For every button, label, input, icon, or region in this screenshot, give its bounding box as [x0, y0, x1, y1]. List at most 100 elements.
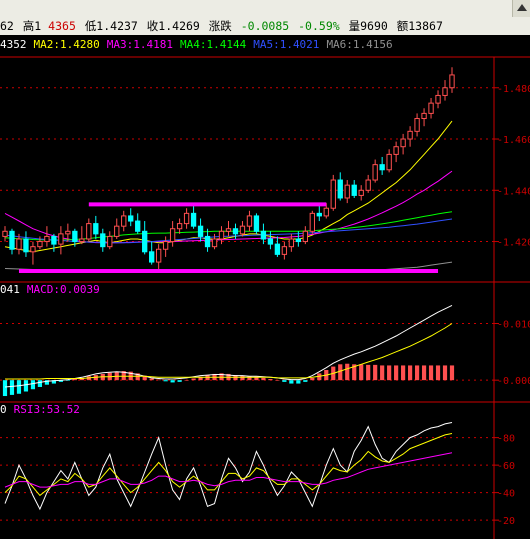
axis-tick-label: -80 [497, 434, 515, 445]
candle-body [407, 130, 413, 140]
macd-bar [296, 380, 301, 384]
candle-body [107, 235, 113, 248]
candle-body [372, 164, 378, 181]
candle-body [51, 235, 57, 245]
legend-entry: 4352 [0, 38, 27, 51]
macd-bar [170, 380, 175, 383]
candle-body [351, 184, 357, 196]
candle-body [393, 146, 399, 155]
macd-line [5, 323, 453, 380]
candle-body [379, 164, 385, 171]
axis-tick-label: -0.000 [497, 376, 530, 387]
macd-bar [247, 376, 252, 381]
candle-body [197, 225, 204, 237]
rsi-line [4, 433, 453, 497]
candle-body [190, 212, 197, 227]
macd-bar [191, 378, 196, 381]
candle-body [309, 212, 315, 232]
candle-body [44, 235, 50, 243]
macd-bar [387, 365, 392, 381]
candle-body [211, 238, 218, 248]
candle-body [37, 241, 43, 248]
macd-bar [268, 379, 273, 381]
candle-body [260, 230, 267, 240]
macd-bar [435, 365, 441, 381]
candle-body [58, 233, 64, 245]
candle-body [274, 243, 281, 255]
ma-legend: 4352 MA2:1.4280 MA3:1.4181 MA4:1.4144 MA5:1.… [0, 38, 400, 51]
candle-body [421, 112, 427, 120]
candle-body [72, 230, 78, 243]
candle-body [428, 102, 434, 114]
legend-entry: 0 [0, 403, 7, 416]
candle-body [30, 246, 36, 253]
macd-bar [177, 380, 182, 382]
axis-tick-label: -20 [497, 516, 515, 527]
macd-bar [310, 377, 315, 381]
candle-body [9, 230, 15, 250]
candle-body [114, 225, 120, 237]
candle-body [128, 215, 134, 222]
ma-line [4, 261, 453, 271]
legend-entry: MA3:1.4181 [106, 38, 173, 51]
candle-body [79, 238, 85, 243]
macd-bar [2, 380, 8, 397]
candle-body [302, 230, 308, 243]
candle-body [281, 246, 288, 255]
rsi-legend: 0 RSI3:53.52 [0, 403, 87, 416]
macd-bar [366, 364, 371, 381]
candle-body [121, 215, 127, 227]
macd-bar [163, 380, 168, 382]
macd-bar [394, 365, 399, 381]
candle-body [337, 179, 343, 199]
axis-tick-label: -0.010 [497, 320, 530, 331]
candle-body [176, 223, 183, 230]
candle-body [246, 215, 253, 227]
candle-body [2, 230, 8, 237]
legend-entry: MA6:1.4156 [326, 38, 393, 51]
macd-bar [407, 365, 413, 381]
candle-body [162, 241, 169, 250]
macd-bar [401, 365, 406, 381]
candle-body [449, 74, 455, 89]
legend-entry: 041 [0, 283, 20, 296]
macd-bar [156, 379, 161, 381]
candle-body [442, 87, 448, 96]
candle-body [295, 238, 302, 243]
macd-bar [30, 380, 36, 390]
candle-body [16, 238, 22, 250]
candle-body [358, 189, 364, 196]
macd-bar [373, 364, 378, 381]
macd-bar [9, 380, 15, 395]
macd-bar [65, 380, 70, 381]
legend-entry: MA4:1.4144 [179, 38, 247, 51]
macd-bar [421, 365, 427, 381]
axis-tick-label: -1.460 [497, 135, 530, 146]
candle-body [330, 179, 336, 209]
legend-entry: MA5:1.4021 [253, 38, 320, 51]
candle-body [86, 223, 92, 240]
candle-body [23, 238, 29, 253]
macd-bar [23, 380, 29, 392]
candle-body [204, 235, 211, 248]
macd-bar [16, 380, 22, 394]
macd-legend: 041 MACD:0.0039 [0, 283, 107, 296]
macd-bar [37, 380, 43, 387]
candle-body [225, 228, 232, 232]
legend-entry: RSI3:53.52 [13, 403, 80, 416]
legend-entry: MA2:1.4280 [33, 38, 100, 51]
candle-body [400, 138, 406, 148]
macd-bar [338, 364, 343, 381]
macd-bar [289, 380, 294, 384]
candle-body [100, 233, 106, 248]
candle-body [232, 228, 239, 235]
macd-bar [184, 380, 189, 381]
candle-body [344, 184, 350, 199]
candle-body [253, 215, 260, 232]
macd-bar [149, 378, 154, 381]
macd-bar [303, 380, 308, 382]
candle-body [135, 220, 141, 232]
candle-body [316, 212, 322, 217]
macd-bar [261, 377, 266, 381]
candle-body [239, 225, 246, 235]
